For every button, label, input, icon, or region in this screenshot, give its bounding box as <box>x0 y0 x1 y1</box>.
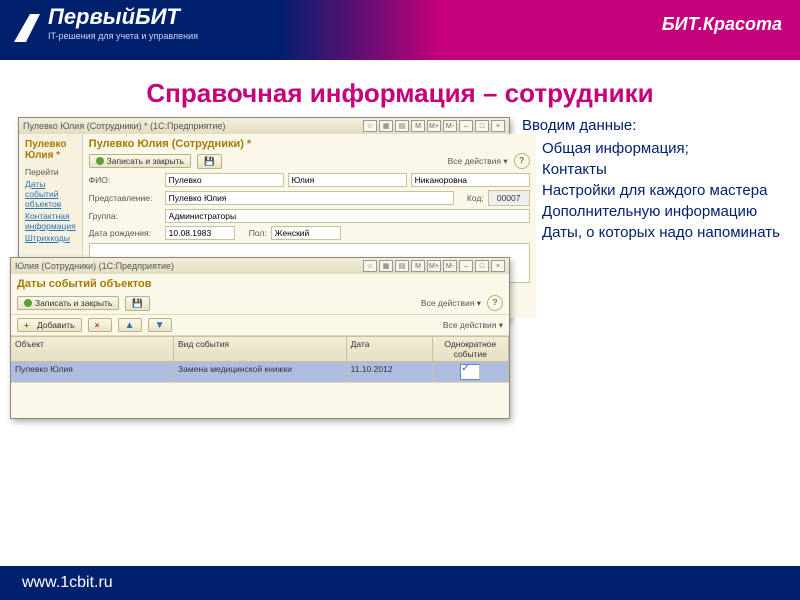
minimize-icon[interactable]: – <box>459 120 473 132</box>
tb-icon[interactable]: M- <box>443 260 457 272</box>
maximize-icon[interactable]: □ <box>475 120 489 132</box>
dob-label: Дата рождения: <box>89 228 161 238</box>
cell-single <box>433 362 509 382</box>
help-icon[interactable]: ? <box>487 295 503 311</box>
sidebar-item[interactable]: Даты событий объектов <box>25 178 76 210</box>
code-label: Код: <box>458 193 484 203</box>
save-close-button[interactable]: Записать и закрыть <box>89 154 191 168</box>
surname-field[interactable] <box>165 173 284 187</box>
tb-icon[interactable]: M <box>411 260 425 272</box>
save-icon-button[interactable]: 💾 <box>197 154 222 169</box>
logo-tagline: IT-решения для учета и управления <box>48 31 198 41</box>
all-actions-dropdown[interactable]: Все действия ▾ <box>448 156 508 167</box>
fio-label: ФИО: <box>89 175 161 185</box>
tb-icon[interactable]: M+ <box>427 120 441 132</box>
minimize-icon[interactable]: – <box>459 260 473 272</box>
footer-bar: www.1cbit.ru <box>0 566 800 600</box>
move-down-button[interactable]: ▼ <box>148 318 172 332</box>
list-item: Контакты <box>542 161 782 178</box>
list-item: Общая информация; <box>542 140 782 157</box>
sidebar-item: Перейти <box>25 166 76 178</box>
titlebar-controls: ☆ ▦ ▤ M M+ M- – □ × <box>363 260 505 272</box>
list-item: Даты, о которых надо напоминать <box>542 224 782 241</box>
tb-icon[interactable]: M- <box>443 120 457 132</box>
title-bar: Пулевко Юлия (Сотрудники) * (1С:Предприя… <box>19 118 509 134</box>
tb-icon[interactable]: ▤ <box>395 260 409 272</box>
help-icon[interactable]: ? <box>514 153 530 169</box>
window-caption: Юлия (Сотрудники) (1С:Предприятие) <box>15 261 174 271</box>
patronymic-field[interactable] <box>411 173 530 187</box>
brand-label: БИТ.Красота <box>662 14 782 35</box>
delete-button[interactable]: × <box>88 318 112 332</box>
col-object: Объект <box>11 337 174 361</box>
dob-field[interactable] <box>165 226 235 240</box>
name-field[interactable] <box>288 173 407 187</box>
code-field: 00007 <box>488 190 530 206</box>
tb-icon[interactable]: ▦ <box>379 120 393 132</box>
list-item: Дополнительную информацию <box>542 203 782 220</box>
close-icon[interactable]: × <box>491 120 505 132</box>
presentation-label: Представление: <box>89 193 161 203</box>
sidebar-item[interactable]: Штрихкоды <box>25 232 76 244</box>
cell-object: Пулевко Юлия <box>11 362 174 382</box>
titlebar-controls: ☆ ▦ ▤ M M+ M- – □ × <box>363 120 505 132</box>
tb-icon[interactable]: ☆ <box>363 120 377 132</box>
tb-icon[interactable]: ▤ <box>395 120 409 132</box>
title-bar: Юлия (Сотрудники) (1С:Предприятие) ☆ ▦ ▤… <box>11 258 509 274</box>
footer-url: www.1cbit.ru <box>22 574 113 592</box>
add-button[interactable]: +Добавить <box>17 318 82 332</box>
tb-icon[interactable]: ☆ <box>363 260 377 272</box>
intro-text: Вводим данные: <box>522 117 782 134</box>
cell-date: 11.10.2012 <box>347 362 433 382</box>
col-date: Дата <box>347 337 433 361</box>
all-actions-dropdown[interactable]: Все действия ▾ <box>421 298 481 309</box>
logo-icon <box>12 10 42 44</box>
sex-field[interactable] <box>271 226 341 240</box>
tb-icon[interactable]: M+ <box>427 260 441 272</box>
col-single: Однократное событие <box>433 337 509 361</box>
slide-title: Справочная информация – сотрудники <box>0 78 800 109</box>
tb-icon[interactable]: M <box>411 120 425 132</box>
screenshots-area: Пулевко Юлия (Сотрудники) * (1С:Предприя… <box>18 117 508 245</box>
table-header: Объект Вид события Дата Однократное собы… <box>11 336 509 362</box>
bullet-panel: Вводим данные: Общая информация; Контакт… <box>508 117 782 245</box>
close-icon[interactable]: × <box>491 260 505 272</box>
sidebar-item[interactable]: Контактная информация <box>25 210 76 232</box>
move-up-button[interactable]: ▲ <box>118 318 142 332</box>
header-bar: ПервыйБИТ IT-решения для учета и управле… <box>0 0 800 60</box>
sidebar-header: Пулевко Юлия * <box>25 138 76 162</box>
save-close-button[interactable]: Записать и закрыть <box>17 296 119 310</box>
form-title: Пулевко Юлия (Сотрудники) * <box>89 138 530 150</box>
all-actions-dropdown[interactable]: Все действия ▾ <box>443 320 503 331</box>
checkbox-icon[interactable] <box>460 364 480 380</box>
col-event: Вид события <box>174 337 347 361</box>
group-field[interactable] <box>165 209 530 223</box>
window-caption: Пулевко Юлия (Сотрудники) * (1С:Предприя… <box>23 121 225 131</box>
table-row[interactable]: Пулевко Юлия Замена медицинской книжки 1… <box>11 362 509 382</box>
form-title: Даты событий объектов <box>17 278 503 290</box>
logo: ПервыйБИТ IT-решения для учета и управле… <box>12 6 198 44</box>
cell-event: Замена медицинской книжки <box>174 362 347 382</box>
logo-text: ПервыйБИТ <box>48 6 198 28</box>
save-icon-button[interactable]: 💾 <box>125 296 150 311</box>
sex-label: Пол: <box>239 228 267 238</box>
tb-icon[interactable]: ▦ <box>379 260 393 272</box>
dates-window: Юлия (Сотрудники) (1С:Предприятие) ☆ ▦ ▤… <box>10 257 510 419</box>
group-label: Группа: <box>89 211 161 221</box>
maximize-icon[interactable]: □ <box>475 260 489 272</box>
list-item: Настройки для каждого мастера <box>542 182 782 199</box>
presentation-field[interactable] <box>165 191 454 205</box>
